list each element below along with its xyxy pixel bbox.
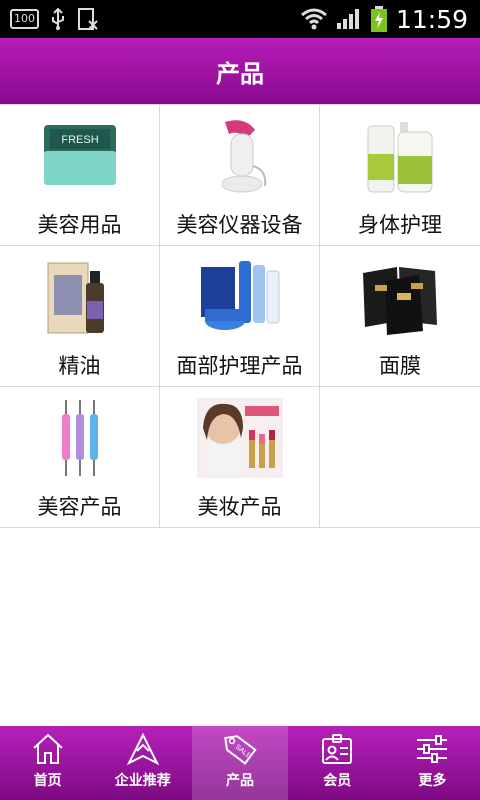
- skincare-set-icon: [190, 256, 290, 338]
- tag-sale-icon: SALE: [224, 735, 257, 765]
- clock: 11:59: [395, 4, 468, 34]
- nav-label: 产品: [226, 773, 254, 789]
- usb-icon: [52, 7, 64, 30]
- nav-more[interactable]: 更多: [385, 726, 480, 800]
- page-title: 产品: [216, 59, 264, 88]
- category-label: 面膜: [379, 354, 421, 378]
- nav-member[interactable]: 会员: [290, 726, 385, 800]
- face-mask-packs-icon: [350, 256, 450, 338]
- nav-label: 企业推荐: [114, 773, 171, 789]
- category-label: 美容用品: [37, 213, 122, 237]
- category-item-beauty-supplies[interactable]: FRESH 美容用品: [0, 105, 160, 246]
- category-grid: FRESH 美容用品 美容仪器设备 身体护理 精油 面部护理产品 面膜 美容产品…: [0, 104, 480, 528]
- category-label: 精油: [58, 354, 101, 378]
- signal-icon: [336, 9, 359, 29]
- battery-charging-icon: [370, 6, 387, 32]
- status-bar: 100 11:59: [0, 0, 480, 38]
- lotion-bottles-icon: [350, 115, 450, 197]
- empty-grid-cell: [320, 387, 480, 528]
- svg-text:FRESH: FRESH: [61, 134, 98, 146]
- category-label: 身体护理: [358, 213, 442, 237]
- sim-icon: [78, 8, 98, 30]
- wifi-icon: [300, 8, 327, 30]
- category-item-makeup-products[interactable]: 美妆产品: [160, 387, 320, 528]
- category-label: 面部护理产品: [176, 354, 303, 378]
- category-item-face-mask[interactable]: 面膜: [320, 246, 480, 387]
- nav-label: 更多: [418, 773, 447, 789]
- nav-home[interactable]: 首页: [0, 726, 95, 800]
- category-item-beauty-equipment[interactable]: 美容仪器设备: [160, 105, 320, 246]
- lipstick-ad-icon: [190, 397, 290, 479]
- category-item-beauty-products[interactable]: 美容产品: [0, 387, 160, 528]
- title-bar: 产品: [0, 38, 480, 104]
- face-cream-jar-icon: FRESH: [30, 115, 130, 197]
- battery-saver-badge: 100: [10, 9, 39, 29]
- essential-oil-icon: [30, 256, 130, 338]
- bottom-nav: 首页 企业推荐 SALE 产品 会员 更多: [0, 726, 480, 800]
- nail-dotting-tools-icon: [30, 397, 130, 479]
- category-item-body-care[interactable]: 身体护理: [320, 105, 480, 246]
- category-label: 美容产品: [37, 495, 122, 519]
- category-item-essential-oil[interactable]: 精油: [0, 246, 160, 387]
- nav-recommend[interactable]: 企业推荐: [95, 726, 190, 800]
- category-label: 美容仪器设备: [176, 213, 303, 237]
- category-item-facial-care[interactable]: 面部护理产品: [160, 246, 320, 387]
- nav-label: 会员: [323, 773, 352, 789]
- category-label: 美妆产品: [197, 495, 282, 519]
- settings-sliders-icon: [417, 735, 448, 763]
- member-card-icon: [322, 734, 353, 764]
- nav-products[interactable]: SALE 产品: [192, 726, 288, 800]
- home-icon: [32, 733, 63, 764]
- nav-label: 首页: [33, 773, 62, 789]
- recommend-icon: [126, 732, 160, 766]
- facial-steamer-icon: [190, 115, 290, 197]
